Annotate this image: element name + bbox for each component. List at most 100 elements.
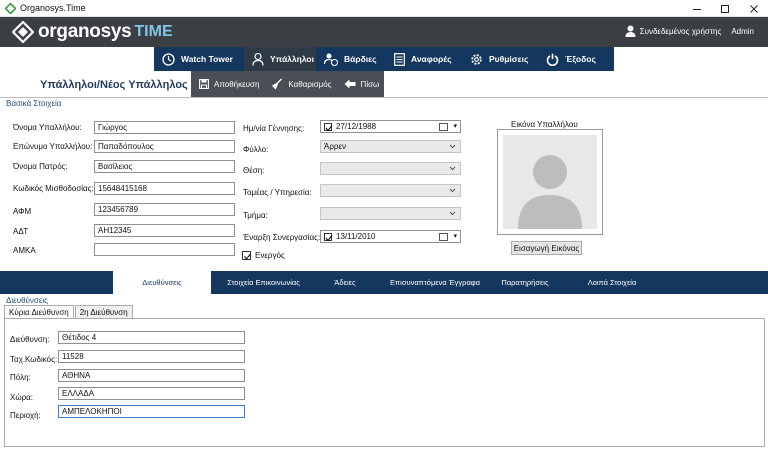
gender-select[interactable]: Άρρεν — [320, 140, 461, 153]
logo: organosys TIME — [12, 21, 173, 43]
calendar-icon[interactable] — [439, 123, 448, 131]
logo-icon — [12, 21, 34, 43]
dropdown-arrow-icon[interactable]: ▾ — [453, 122, 457, 130]
logo-suffix: TIME — [134, 23, 173, 40]
amka-input[interactable] — [94, 243, 235, 256]
nav-exit[interactable]: Έξοδος — [538, 47, 614, 71]
tab-contact[interactable]: Στοιχεία Επικοινωνίας — [215, 271, 312, 294]
clear-button[interactable]: Καθαρισμός — [271, 78, 332, 90]
broom-icon — [272, 78, 283, 90]
amka-label: ΑΜΚΑ — [13, 246, 36, 255]
gender-label: Φύλλο: — [243, 145, 269, 154]
father-name-input[interactable]: Βασίλειος — [94, 160, 235, 173]
zip-input[interactable]: 11528 — [58, 350, 245, 363]
user-icon — [625, 25, 636, 37]
last-name-label: Επώνυμο Υπαλλήλου: — [13, 142, 93, 151]
back-button[interactable]: Πίσω — [344, 79, 379, 89]
nav-shifts[interactable]: Βάρδιες — [316, 47, 386, 71]
close-icon — [750, 4, 758, 13]
logo-text: organosys — [38, 21, 132, 42]
gear-icon — [471, 53, 482, 65]
first-name-input[interactable]: Γιώργος — [94, 121, 235, 134]
app-header: organosys TIME Συνδεδεμένος χρήστης Admi… — [0, 17, 768, 47]
maximize-icon — [721, 4, 729, 13]
street-input[interactable]: Θέτιδος 4 — [58, 331, 245, 344]
section-addresses: Διευθύνσεις — [6, 296, 49, 305]
afm-label: ΑΦΜ — [13, 207, 32, 216]
insert-image-button[interactable]: Εισαγωγή Εικόνας — [511, 241, 582, 255]
dropdown-arrow-icon[interactable]: ▾ — [453, 232, 457, 240]
report-icon — [394, 52, 405, 66]
city-input[interactable]: ΑΘΗΝΑ — [58, 369, 245, 382]
nav-settings[interactable]: Ρυθμίσεις — [462, 47, 538, 71]
tab-second-address[interactable]: 2η Διεύθυνση — [74, 305, 133, 319]
department-label: Τμήμα: — [243, 211, 268, 220]
user-label: Συνδεδεμένος χρήστης — [639, 26, 722, 36]
active-label: Ενεργός — [255, 251, 285, 260]
start-date-checkbox[interactable] — [324, 233, 333, 242]
birth-date-value: 27/12/1988 — [336, 122, 377, 131]
save-icon — [199, 79, 209, 89]
save-button[interactable]: Αποθήκευση — [199, 79, 259, 89]
position-select[interactable] — [320, 162, 461, 175]
nav-watch-tower[interactable]: Watch Tower — [154, 47, 244, 71]
page-header: Υπάλληλοι/Νέος Υπάλληλος Αποθήκευση Καθα… — [0, 71, 768, 98]
chevron-down-icon — [449, 166, 456, 171]
schedule-icon — [324, 53, 338, 66]
tab-notes[interactable]: Παρατηρήσεις — [494, 271, 556, 294]
start-date-picker[interactable]: 13/11/2010 ▾ — [320, 230, 461, 243]
user-name[interactable]: Admin — [731, 27, 754, 36]
user-area: Συνδεδεμένος χρήστης Admin — [625, 25, 754, 37]
close-button[interactable] — [740, 0, 768, 17]
city-label: Πόλη: — [10, 373, 31, 382]
address-tabs: Κύρια Διεύθυνση 2η Διεύθυνση — [4, 305, 134, 320]
employee-photo — [497, 129, 603, 235]
afm-input[interactable]: 123456789 — [94, 203, 235, 216]
father-name-label: Όνομα Πατρός: — [13, 162, 68, 171]
page-title: Υπάλληλοι/Νέος Υπάλληλος — [40, 79, 188, 91]
power-icon — [546, 53, 559, 66]
person-icon — [252, 52, 264, 66]
country-label: Χώρα: — [10, 393, 33, 402]
detail-tabs: Διευθύνσεις Στοιχεία Επικοινωνίας Άδειες… — [0, 271, 768, 294]
department-select[interactable] — [320, 207, 461, 220]
nav-reports[interactable]: Αναφορές — [386, 47, 462, 71]
tab-attachments[interactable]: Επισυναπτόμενα Έγγραφα — [378, 271, 492, 294]
birth-date-picker[interactable]: 27/12/1988 ▾ — [320, 120, 461, 133]
start-date-label: Έναρξη Συνεργασίας: — [243, 233, 321, 242]
arrow-left-icon — [344, 79, 356, 89]
tab-other[interactable]: Λοιπά Στοιχεία — [572, 271, 652, 294]
active-checkbox[interactable]: Ενεργός — [242, 251, 285, 260]
photo-label: Εικόνα Υπαλλήλου — [511, 120, 578, 129]
position-label: Θέση: — [243, 166, 265, 175]
tab-leaves[interactable]: Άδειες — [316, 271, 374, 294]
first-name-label: Όνομα Υπαλλήλου: — [13, 123, 82, 132]
window-titlebar: Organosys.Time — [0, 0, 768, 17]
minimize-button[interactable] — [683, 0, 711, 17]
sector-select[interactable] — [320, 184, 461, 197]
calendar-icon[interactable] — [439, 233, 448, 241]
chevron-down-icon — [449, 188, 456, 193]
active-checkbox-box[interactable] — [242, 251, 251, 260]
start-date-value: 13/11/2010 — [336, 232, 376, 241]
nav-employees[interactable]: Υπάλληλοι — [244, 47, 316, 71]
birth-date-label: Ημ/νία Γέννησης: — [243, 124, 305, 133]
payroll-code-label: Κωδικός Μισθοδοσίας: — [13, 184, 94, 193]
minimize-icon — [693, 8, 701, 10]
tab-addresses[interactable]: Διευθύνσεις — [113, 271, 211, 294]
adt-input[interactable]: ΑΗ12345 — [94, 224, 235, 237]
birth-date-checkbox[interactable] — [324, 123, 333, 132]
street-label: Διεύθυνση: — [10, 335, 50, 344]
clock-icon — [162, 52, 175, 66]
maximize-button[interactable] — [711, 0, 739, 17]
area-input[interactable]: ΑΜΠΕΛΟΚΗΠΟΙ — [58, 405, 245, 418]
action-toolbar: Αποθήκευση Καθαρισμός Πίσω — [191, 71, 384, 97]
window-title: Organosys.Time — [20, 3, 86, 13]
country-input[interactable]: ΕΛΛΑΔΑ — [58, 387, 245, 400]
chevron-down-icon — [449, 144, 456, 149]
chevron-down-icon — [449, 211, 456, 216]
last-name-input[interactable]: Παπαδόπουλος — [94, 140, 235, 153]
avatar-placeholder-icon — [503, 135, 597, 229]
main-nav: Watch Tower Υπάλληλοι Βάρδιες Αναφορές Ρ… — [0, 47, 768, 71]
payroll-code-input[interactable]: 15648415168 — [94, 182, 235, 195]
